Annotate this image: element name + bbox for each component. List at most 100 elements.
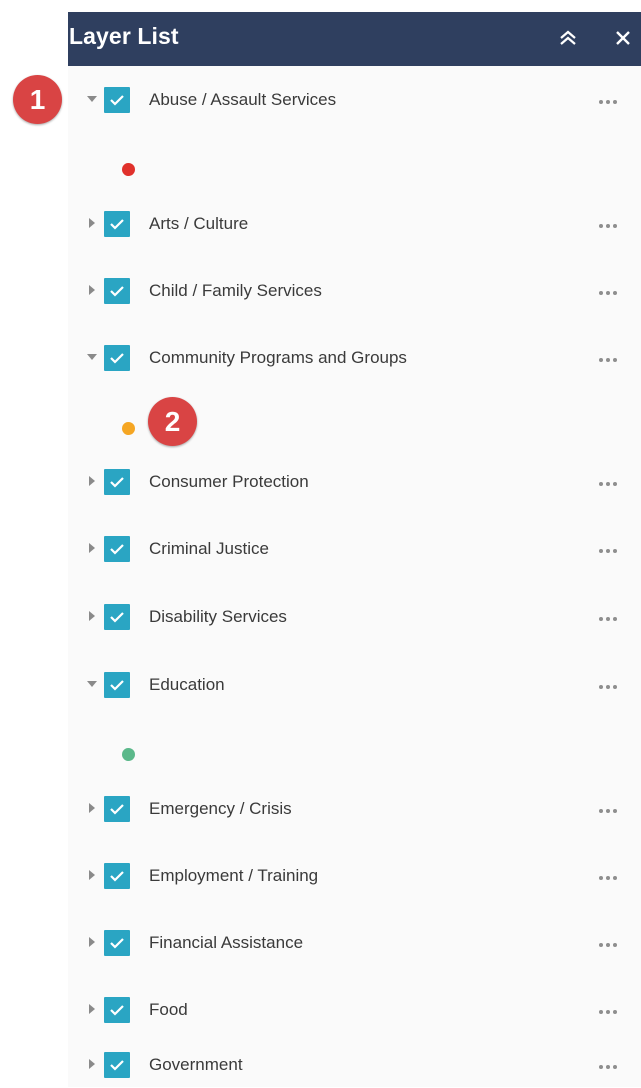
layer-checkbox[interactable] (104, 796, 130, 822)
more-options-icon[interactable] (591, 1062, 625, 1072)
expand-toggle-icon[interactable] (87, 542, 97, 554)
checkmark-icon (110, 612, 124, 623)
expand-toggle-icon[interactable] (87, 869, 97, 881)
expand-toggle-icon[interactable] (87, 1003, 97, 1015)
layer-label: Emergency / Crisis (149, 799, 292, 818)
expand-toggle-icon[interactable] (87, 475, 97, 487)
chevron-right-icon (89, 1059, 95, 1069)
layer-row-disability-services[interactable]: Disability Services (68, 594, 641, 640)
expand-toggle-icon[interactable] (87, 678, 97, 690)
layer-row-consumer-protection[interactable]: Consumer Protection (68, 459, 641, 505)
more-options-icon[interactable] (591, 682, 625, 692)
layer-row-food[interactable]: Food (68, 987, 641, 1033)
legend-symbol-row (68, 738, 641, 778)
checkmark-icon (110, 286, 124, 297)
layer-row-child-family[interactable]: Child / Family Services (68, 268, 641, 314)
panel-header: Layer List (68, 12, 641, 66)
checkmark-icon (110, 353, 124, 364)
layer-row-community-programs[interactable]: Community Programs and Groups (68, 335, 641, 381)
callout-badge-1: 1 (13, 75, 62, 124)
expand-toggle-icon[interactable] (87, 93, 97, 105)
chevron-down-icon (87, 681, 97, 687)
more-options-icon[interactable] (591, 806, 625, 816)
expand-toggle-icon[interactable] (87, 284, 97, 296)
checkmark-icon (110, 871, 124, 882)
chevron-right-icon (89, 1004, 95, 1014)
layer-label: Criminal Justice (149, 539, 269, 558)
checkmark-icon (110, 477, 124, 488)
expand-toggle-icon[interactable] (87, 936, 97, 948)
expand-toggle-icon[interactable] (87, 1058, 97, 1070)
more-options-icon[interactable] (591, 479, 625, 489)
expand-toggle-icon[interactable] (87, 610, 97, 622)
layer-label: Community Programs and Groups (149, 348, 407, 367)
chevron-right-icon (89, 803, 95, 813)
layer-checkbox[interactable] (104, 1052, 130, 1078)
checkmark-icon (110, 680, 124, 691)
layer-checkbox[interactable] (104, 345, 130, 371)
layer-label: Financial Assistance (149, 933, 304, 952)
chevron-right-icon (89, 476, 95, 486)
layer-checkbox[interactable] (104, 278, 130, 304)
more-options-icon[interactable] (591, 1007, 625, 1017)
more-options-icon[interactable] (591, 355, 625, 365)
more-options-icon[interactable] (591, 97, 625, 107)
layer-checkbox[interactable] (104, 604, 130, 630)
chevron-right-icon (89, 543, 95, 553)
layer-label: Government (149, 1055, 243, 1074)
layer-checkbox[interactable] (104, 930, 130, 956)
close-icon[interactable] (609, 24, 637, 52)
layer-label: Consumer Protection (149, 472, 309, 491)
layer-row-arts-culture[interactable]: Arts / Culture (68, 201, 641, 247)
layer-row-abuse-assault[interactable]: Abuse / Assault Services (68, 77, 641, 123)
layer-checkbox[interactable] (104, 863, 130, 889)
checkmark-icon (110, 95, 124, 106)
layer-list-panel: Layer List Abuse / Assault Services Arts… (68, 12, 641, 1087)
more-options-icon[interactable] (591, 221, 625, 231)
layer-checkbox[interactable] (104, 87, 130, 113)
expand-toggle-icon[interactable] (87, 217, 97, 229)
chevron-right-icon (89, 218, 95, 228)
layer-checkbox[interactable] (104, 469, 130, 495)
layer-label: Arts / Culture (149, 214, 249, 233)
layer-row-employment-training[interactable]: Employment / Training (68, 853, 641, 899)
layer-label: Food (149, 1000, 188, 1019)
chevron-right-icon (89, 937, 95, 947)
more-options-icon[interactable] (591, 873, 625, 883)
layer-checkbox[interactable] (104, 997, 130, 1023)
chevron-down-icon (87, 96, 97, 102)
checkmark-icon (110, 1060, 124, 1071)
layer-row-criminal-justice[interactable]: Criminal Justice (68, 526, 641, 572)
layer-checkbox[interactable] (104, 536, 130, 562)
layer-row-education[interactable]: Education (68, 662, 641, 708)
expand-toggle-icon[interactable] (87, 802, 97, 814)
more-options-icon[interactable] (591, 546, 625, 556)
expand-toggle-icon[interactable] (87, 351, 97, 363)
layer-label: Education (149, 675, 225, 694)
layer-row-financial-assistance[interactable]: Financial Assistance (68, 920, 641, 966)
layer-checkbox[interactable] (104, 211, 130, 237)
checkmark-icon (110, 1005, 124, 1016)
layer-label: Employment / Training (149, 866, 319, 885)
chevron-right-icon (89, 285, 95, 295)
checkmark-icon (110, 544, 124, 555)
legend-dot-icon (122, 748, 135, 761)
more-options-icon[interactable] (591, 614, 625, 624)
legend-symbol-row (68, 153, 641, 193)
more-options-icon[interactable] (591, 940, 625, 950)
panel-title: Layer List (69, 23, 179, 49)
more-options-icon[interactable] (591, 288, 625, 298)
double-chevron-up-icon[interactable] (554, 24, 582, 52)
chevron-right-icon (89, 870, 95, 880)
callout-badge-2: 2 (148, 397, 197, 446)
checkmark-icon (110, 219, 124, 230)
layer-row-government[interactable]: Government (68, 1042, 641, 1088)
checkmark-icon (110, 804, 124, 815)
legend-dot-icon (122, 163, 135, 176)
legend-dot-icon (122, 422, 135, 435)
layer-checkbox[interactable] (104, 672, 130, 698)
layer-label: Disability Services (149, 607, 287, 626)
checkmark-icon (110, 938, 124, 949)
layer-row-emergency-crisis[interactable]: Emergency / Crisis (68, 786, 641, 832)
layer-label: Abuse / Assault Services (149, 90, 337, 109)
